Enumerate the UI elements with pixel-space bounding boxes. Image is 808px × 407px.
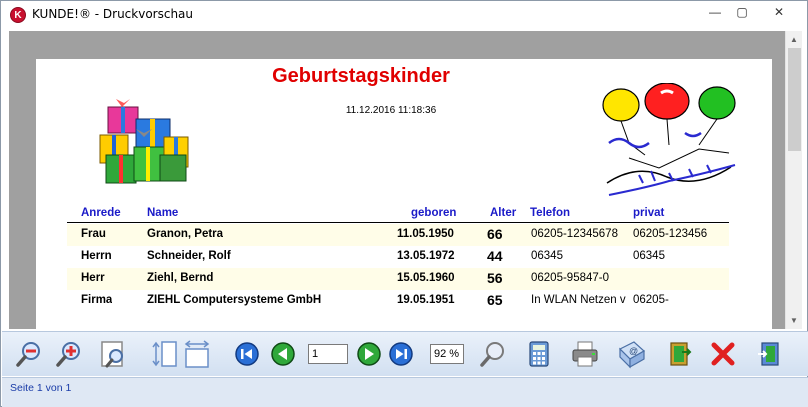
email-icon[interactable]: @: [616, 339, 646, 369]
header-name: Name: [147, 207, 179, 219]
table-row: Herr Ziehl, Bernd 15.05.1960 56 06205-95…: [67, 268, 729, 290]
report-date: 11.12.2016 11:18:36: [345, 105, 437, 116]
header-anrede: Anrede: [81, 207, 121, 219]
exit-icon[interactable]: [754, 339, 784, 369]
table-row: Frau Granon, Petra 11.05.1950 66 06205-1…: [67, 224, 729, 246]
last-page-icon[interactable]: [386, 339, 416, 369]
zoom-level-input[interactable]: 92 %: [430, 344, 464, 364]
row-anrede: Firma: [81, 294, 113, 306]
window-title: KUNDE!® - Druckvorschau: [32, 7, 194, 21]
zoom-out-icon[interactable]: [14, 339, 44, 369]
row-telefon: 06205-12345678: [531, 228, 618, 240]
row-alter: 65: [487, 292, 503, 308]
row-geboren: 15.05.1960: [397, 272, 455, 284]
row-geboren: 19.05.1951: [397, 294, 455, 306]
page-status: Seite 1 von 1: [10, 382, 72, 394]
calculator-icon[interactable]: [524, 339, 554, 369]
next-page-icon[interactable]: [354, 339, 384, 369]
print-preview-window: K KUNDE!® - Druckvorschau — ▢ ✕ Geburtst…: [0, 0, 808, 407]
svg-text:@: @: [629, 346, 638, 356]
gift-boxes-image: [99, 99, 189, 184]
close-window-button[interactable]: ✕: [756, 2, 802, 22]
export-icon[interactable]: [664, 339, 694, 369]
scroll-down-icon[interactable]: ▼: [786, 312, 802, 329]
row-privat: 06345: [633, 250, 665, 262]
row-geboren: 13.05.1972: [397, 250, 455, 262]
header-divider: [67, 222, 729, 223]
table-row: Herrn Schneider, Rolf 13.05.1972 44 0634…: [67, 246, 729, 268]
page-width-icon[interactable]: [182, 339, 212, 369]
maximize-button[interactable]: ▢: [728, 2, 756, 22]
zoom-in-icon[interactable]: [54, 339, 84, 369]
first-page-icon[interactable]: [232, 339, 262, 369]
row-privat: 06205-: [633, 294, 669, 306]
row-telefon: 06205-95847-0: [531, 272, 610, 284]
row-alter: 44: [487, 248, 503, 264]
row-telefon: In WLAN Netzen v: [531, 294, 626, 306]
row-name: Ziehl, Bernd: [147, 272, 214, 284]
row-anrede: Herrn: [81, 250, 112, 262]
minimize-button[interactable]: —: [701, 2, 729, 22]
preview-toolbar: 1 92 % @: [2, 331, 808, 376]
zoom-page-icon[interactable]: [98, 339, 128, 369]
vertical-scrollbar[interactable]: ▲ ▼: [785, 31, 802, 329]
prev-page-icon[interactable]: [268, 339, 298, 369]
scroll-up-icon[interactable]: ▲: [786, 31, 802, 48]
status-bar: Seite 1 von 1: [2, 377, 808, 407]
row-anrede: Herr: [81, 272, 105, 284]
header-privat: privat: [633, 207, 665, 219]
row-name: ZIEHL Computersysteme GmbH: [147, 294, 322, 306]
table-row: Firma ZIEHL Computersysteme GmbH 19.05.1…: [67, 290, 729, 312]
scroll-thumb[interactable]: [788, 48, 801, 151]
title-bar: K KUNDE!® - Druckvorschau — ▢ ✕: [1, 1, 807, 29]
header-alter: Alter: [490, 207, 517, 219]
page-number-input[interactable]: 1: [308, 344, 348, 364]
row-anrede: Frau: [81, 228, 106, 240]
row-alter: 66: [487, 226, 503, 242]
close-icon[interactable]: [708, 339, 738, 369]
search-icon[interactable]: [478, 339, 508, 369]
header-telefon: Telefon: [530, 207, 571, 219]
report-title: Geburtstagskinder: [272, 65, 450, 87]
header-geboren: geboren: [411, 207, 457, 219]
row-privat: 06205-123456: [633, 228, 708, 240]
row-geboren: 11.05.1950: [397, 228, 454, 240]
row-telefon: 06345: [531, 250, 563, 262]
row-name: Granon, Petra: [147, 228, 224, 240]
printer-icon[interactable]: [570, 339, 600, 369]
happy-birthday-balloons-image: [602, 83, 736, 196]
row-name: Schneider, Rolf: [147, 250, 231, 262]
app-logo-icon[interactable]: K: [10, 7, 26, 23]
page-height-icon[interactable]: [150, 339, 180, 369]
row-alter: 56: [487, 270, 503, 286]
